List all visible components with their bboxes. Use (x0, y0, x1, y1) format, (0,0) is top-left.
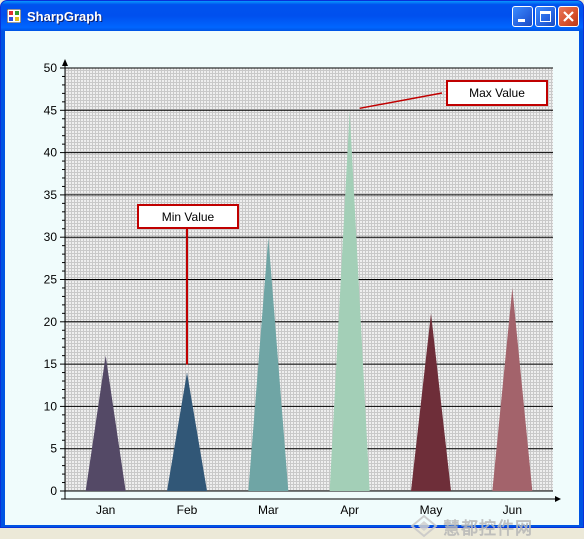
window-title: SharpGraph (27, 9, 103, 24)
maximize-icon (540, 11, 551, 22)
x-axis-arrow (555, 496, 561, 502)
app-icon (7, 9, 21, 23)
x-tick-label: Feb (177, 503, 198, 517)
y-axis-arrow (62, 59, 68, 66)
y-tick-label: 35 (44, 188, 58, 202)
min-value-label: Min Value (161, 209, 215, 224)
x-tick-label: Apr (340, 503, 359, 517)
y-tick-label: 5 (50, 442, 57, 456)
maximize-button[interactable] (535, 6, 556, 27)
y-tick-label: 10 (44, 399, 58, 413)
app-window: SharpGraph 0 5 10 15 20 25 30 35 40 45 50 Jan Feb Mar… (0, 0, 584, 538)
y-tick-label: 30 (44, 230, 58, 244)
minimize-icon (518, 19, 525, 22)
close-button[interactable] (558, 6, 579, 27)
minimize-button[interactable] (512, 6, 533, 27)
y-tick-label: 45 (44, 103, 58, 117)
y-tick-label: 40 (44, 146, 58, 160)
watermark: 慧都控件网 (409, 513, 533, 539)
watermark-logo-icon (410, 514, 438, 538)
y-tick-label: 20 (44, 315, 58, 329)
x-tick-label: Jan (96, 503, 115, 517)
max-value-label: Max Value (469, 86, 525, 100)
y-tick-label: 0 (50, 484, 57, 498)
chart-area: 0 5 10 15 20 25 30 35 40 45 50 Jan Feb Mar Apr May Jun M… (5, 31, 579, 538)
min-value-annotation: Min Value (137, 204, 239, 229)
y-tick-label: 50 (44, 61, 58, 75)
y-tick-label: 25 (44, 273, 58, 287)
close-icon (563, 11, 574, 22)
title-bar[interactable]: SharpGraph (1, 1, 583, 31)
max-value-annotation: Max Value (446, 80, 548, 106)
y-tick-label: 15 (44, 357, 58, 371)
x-tick-label: Mar (258, 503, 279, 517)
watermark-text: 慧都控件网 (443, 518, 533, 538)
